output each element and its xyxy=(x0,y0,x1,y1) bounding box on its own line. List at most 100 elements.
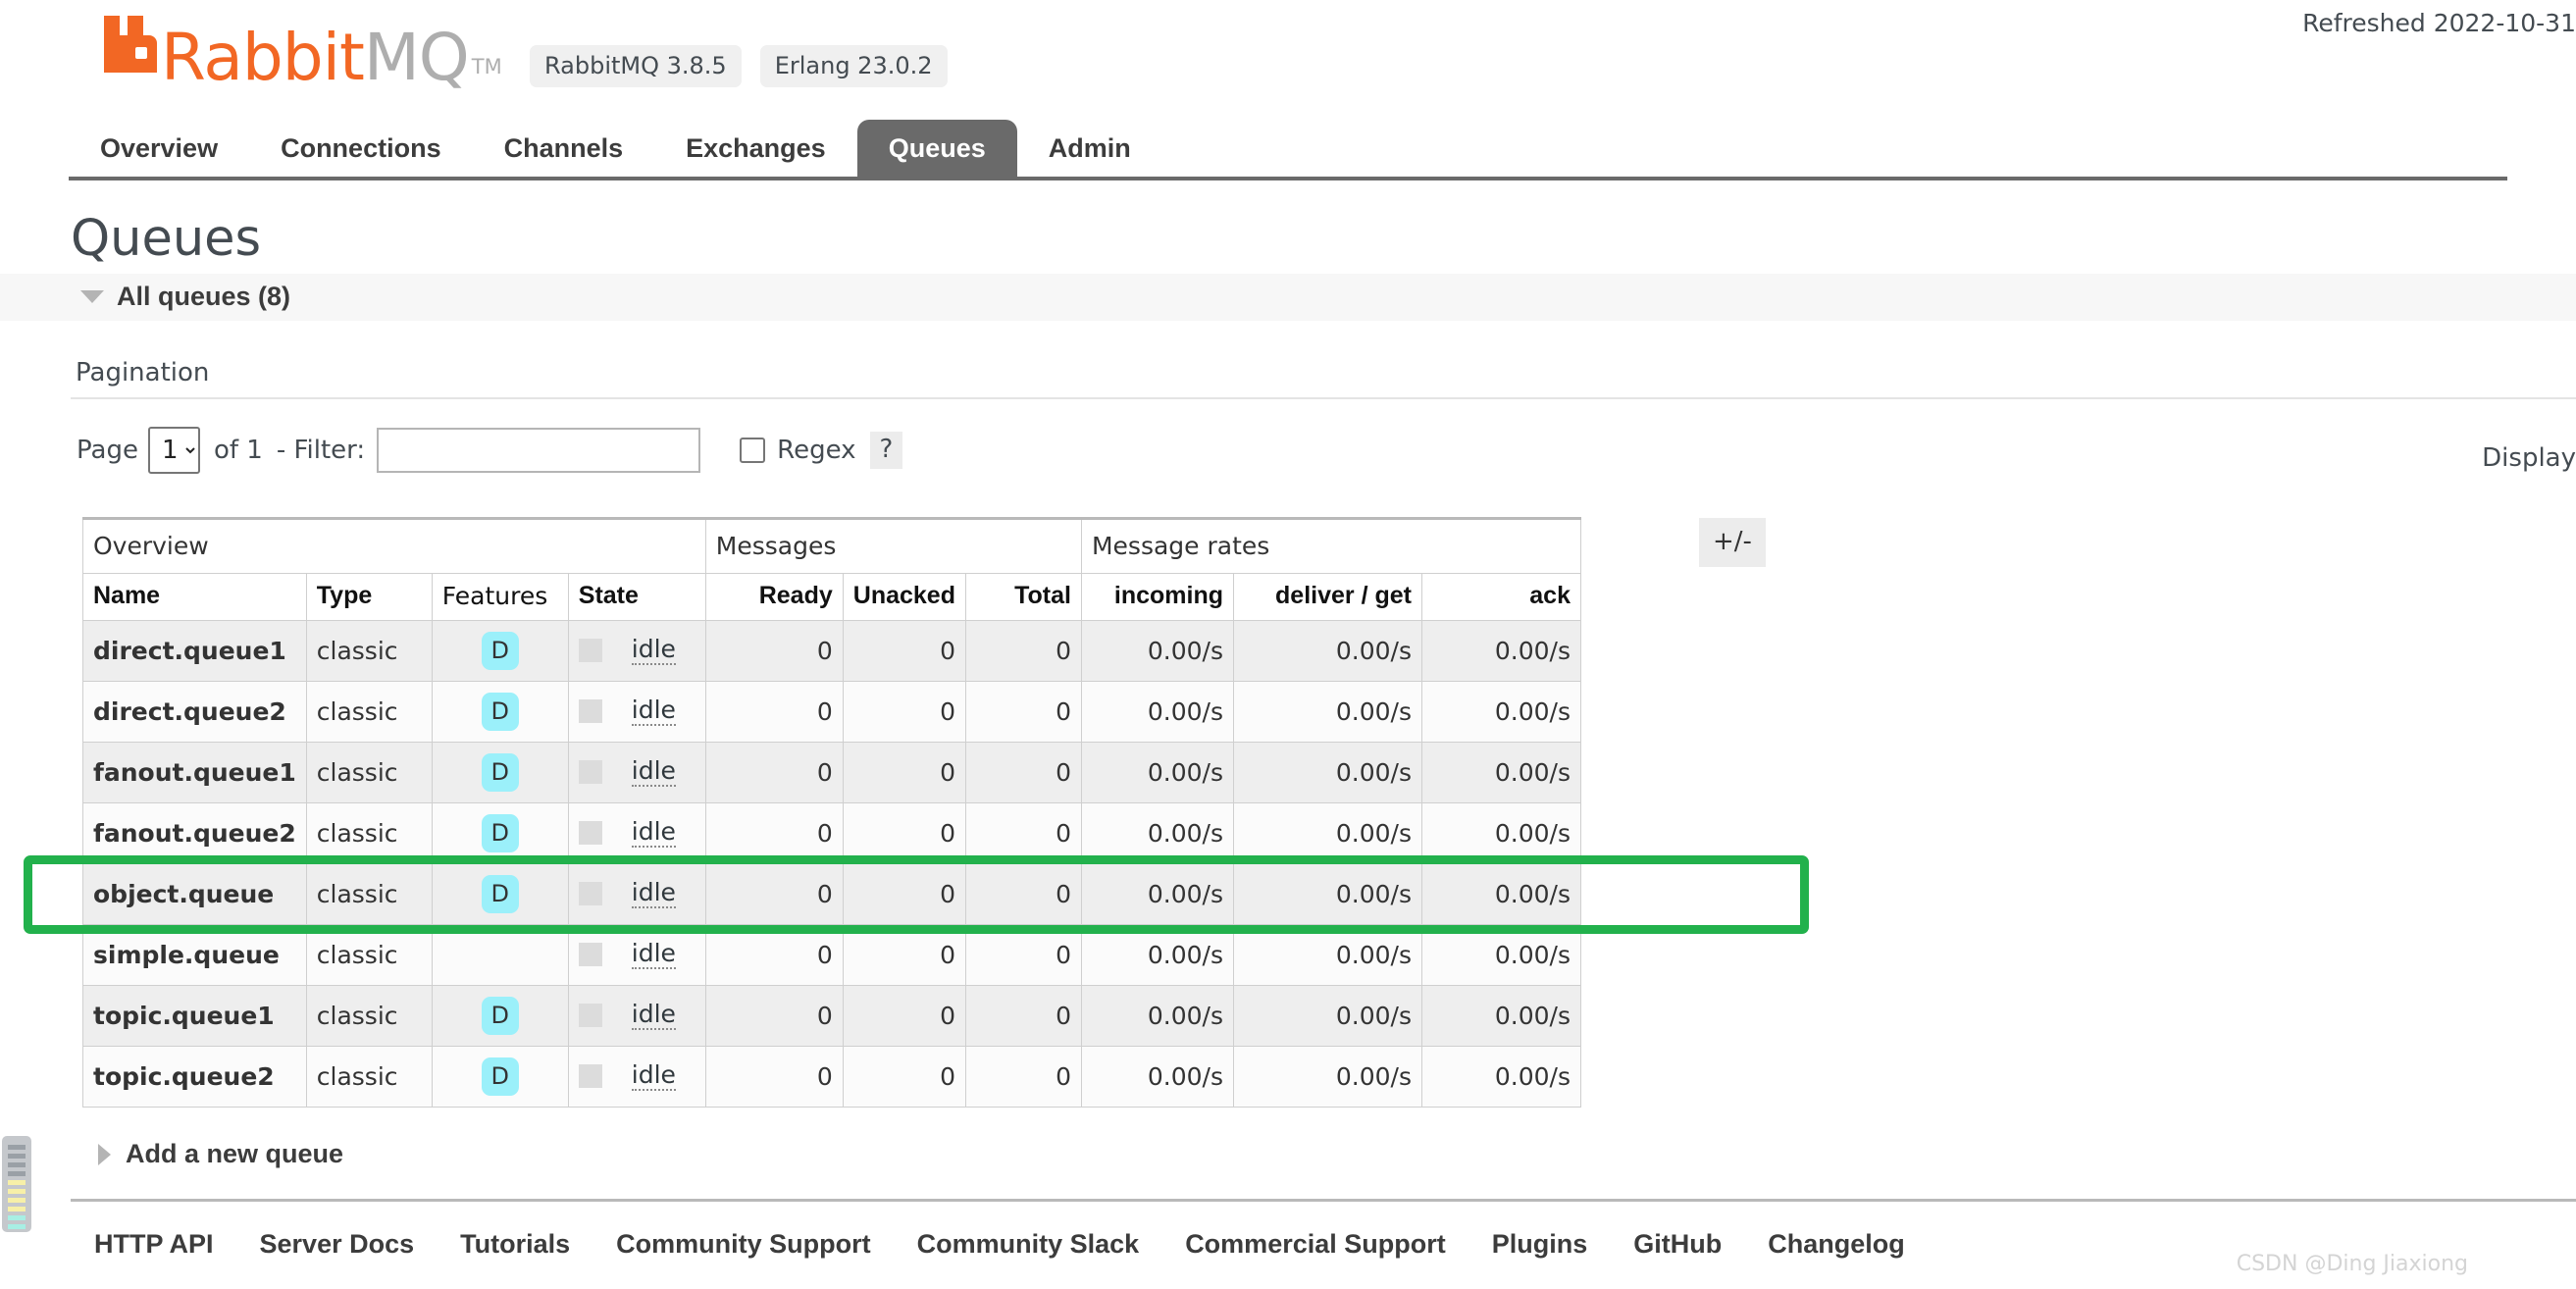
queue-deliver-get-rate-cell: 0.00/s xyxy=(1232,742,1422,803)
queue-type-cell: classic xyxy=(305,1046,433,1108)
column-header-ack[interactable]: ack xyxy=(1420,573,1581,621)
queue-deliver-get-rate-cell: 0.00/s xyxy=(1232,985,1422,1047)
queue-incoming-rate-cell: 0.00/s xyxy=(1080,863,1234,925)
footer-link-community-slack[interactable]: Community Slack xyxy=(917,1229,1140,1260)
footer-link-plugins[interactable]: Plugins xyxy=(1492,1229,1588,1260)
queue-unacked-cell: 0 xyxy=(842,802,966,864)
footer-link-http-api[interactable]: HTTP API xyxy=(94,1229,214,1260)
tab-admin[interactable]: Admin xyxy=(1017,120,1162,177)
queue-ack-rate-cell: 0.00/s xyxy=(1420,620,1581,682)
queue-name-cell[interactable]: topic.queue1 xyxy=(82,985,307,1047)
table-row[interactable]: object.queue classic Didle 0 0 0 0.00/s 0.00/s 0… xyxy=(82,863,1581,925)
queue-name-cell[interactable]: simple.queue xyxy=(82,924,307,986)
table-row[interactable]: fanout.queue2 classic Didle 0 0 0 0.00/s 0.00/s… xyxy=(82,802,1581,864)
queue-name-cell[interactable]: object.queue xyxy=(82,863,307,925)
version-badges: RabbitMQ 3.8.5 Erlang 23.0.2 xyxy=(530,45,948,87)
queue-name-cell[interactable]: direct.queue1 xyxy=(82,620,307,682)
state-indicator-icon xyxy=(578,639,602,662)
queue-ready-cell: 0 xyxy=(704,924,844,986)
queue-total-cell: 0 xyxy=(964,802,1082,864)
durable-badge: D xyxy=(481,997,519,1035)
queue-unacked-cell: 0 xyxy=(842,863,966,925)
durable-badge: D xyxy=(481,693,519,731)
tab-exchanges[interactable]: Exchanges xyxy=(654,120,857,177)
all-queues-section-toggle[interactable]: All queues (8) xyxy=(0,274,2576,321)
queue-name-cell[interactable]: fanout.queue1 xyxy=(82,742,307,803)
table-row[interactable]: simple.queue classic idle 0 0 0 0.00/s 0.00/s 0.… xyxy=(82,924,1581,986)
queue-ready-cell: 0 xyxy=(704,742,844,803)
queue-ack-rate-cell: 0.00/s xyxy=(1420,742,1581,803)
table-row[interactable]: topic.queue2 classic Didle 0 0 0 0.00/s 0.00/s 0… xyxy=(82,1046,1581,1108)
tab-queues[interactable]: Queues xyxy=(856,120,1017,177)
pagination-divider xyxy=(71,397,2576,399)
queue-type-cell: classic xyxy=(305,681,433,743)
erlang-version-badge: Erlang 23.0.2 xyxy=(759,45,948,87)
page-scroll-handle[interactable] xyxy=(2,1136,31,1232)
rabbitmq-logo[interactable]: RabbitMQ TM xyxy=(96,14,502,90)
queue-features-cell: D xyxy=(431,620,569,682)
table-row[interactable]: topic.queue1 classic Didle 0 0 0 0.00/s 0.00/s 0… xyxy=(82,985,1581,1047)
page-of-label: of 1 xyxy=(213,436,263,465)
regex-label: Regex xyxy=(777,436,856,465)
footer-link-community-support[interactable]: Community Support xyxy=(616,1229,870,1260)
state-indicator-icon xyxy=(578,821,602,845)
column-header-type[interactable]: Type xyxy=(305,573,433,621)
queue-ack-rate-cell: 0.00/s xyxy=(1420,802,1581,864)
toggle-columns-button[interactable]: +/- xyxy=(1699,518,1766,567)
tab-overview[interactable]: Overview xyxy=(69,120,249,177)
footer-link-commercial-support[interactable]: Commercial Support xyxy=(1185,1229,1446,1260)
tab-channels[interactable]: Channels xyxy=(473,120,655,177)
queue-ack-rate-cell: 0.00/s xyxy=(1420,985,1581,1047)
table-row[interactable]: direct.queue1 classic Didle 0 0 0 0.00/s 0.00/s… xyxy=(82,620,1581,682)
queue-name-cell[interactable]: direct.queue2 xyxy=(82,681,307,743)
column-header-name[interactable]: Name xyxy=(82,573,307,621)
queue-incoming-rate-cell: 0.00/s xyxy=(1080,985,1234,1047)
queue-ack-rate-cell: 0.00/s xyxy=(1420,1046,1581,1108)
column-header-total[interactable]: Total xyxy=(964,573,1082,621)
regex-checkbox[interactable] xyxy=(740,438,766,463)
queue-total-cell: 0 xyxy=(964,985,1082,1047)
queue-incoming-rate-cell: 0.00/s xyxy=(1080,742,1234,803)
footer-links: HTTP API Server Docs Tutorials Community… xyxy=(94,1229,2576,1260)
state-indicator-icon xyxy=(578,1064,602,1088)
column-header-deliver-get[interactable]: deliver / get xyxy=(1232,573,1422,621)
regex-help-button[interactable]: ? xyxy=(869,432,903,469)
queue-state-text: idle xyxy=(631,1060,676,1091)
queue-ready-cell: 0 xyxy=(704,1046,844,1108)
durable-badge: D xyxy=(481,753,519,792)
queue-unacked-cell: 0 xyxy=(842,1046,966,1108)
queue-state-text: idle xyxy=(631,696,676,726)
page-select[interactable]: 1 xyxy=(147,427,200,474)
tab-connections[interactable]: Connections xyxy=(249,120,473,177)
column-header-incoming[interactable]: incoming xyxy=(1080,573,1234,621)
footer-link-server-docs[interactable]: Server Docs xyxy=(260,1229,415,1260)
footer-link-github[interactable]: GitHub xyxy=(1633,1229,1722,1260)
rabbitmq-version-badge: RabbitMQ 3.8.5 xyxy=(530,45,742,87)
rabbit-logo-icon xyxy=(96,14,157,79)
queue-features-cell: D xyxy=(431,681,569,743)
queue-features-cell xyxy=(431,924,569,986)
logo-text-rabbit: Rabbit xyxy=(161,20,365,95)
column-header-ready[interactable]: Ready xyxy=(704,573,844,621)
all-queues-label: All queues (8) xyxy=(117,282,291,311)
group-header-message-rates: Message rates xyxy=(1080,517,1581,574)
queue-incoming-rate-cell: 0.00/s xyxy=(1080,1046,1234,1108)
queue-total-cell: 0 xyxy=(964,863,1082,925)
state-indicator-icon xyxy=(578,882,602,905)
column-header-unacked[interactable]: Unacked xyxy=(842,573,966,621)
footer-link-changelog[interactable]: Changelog xyxy=(1768,1229,1905,1260)
filter-label: - Filter: xyxy=(276,436,366,465)
footer-link-tutorials[interactable]: Tutorials xyxy=(460,1229,570,1260)
add-new-queue-toggle[interactable]: Add a new queue xyxy=(98,1139,2576,1169)
table-row[interactable]: direct.queue2 classic Didle 0 0 0 0.00/s 0.00/s… xyxy=(82,681,1581,743)
column-header-state[interactable]: State xyxy=(567,573,706,621)
queue-state-cell: idle xyxy=(567,1046,706,1108)
queue-name-cell[interactable]: fanout.queue2 xyxy=(82,802,307,864)
filter-input[interactable] xyxy=(377,428,701,473)
queue-total-cell: 0 xyxy=(964,1046,1082,1108)
table-row[interactable]: fanout.queue1 classic Didle 0 0 0 0.00/s 0.00/s… xyxy=(82,742,1581,803)
queue-name-cell[interactable]: topic.queue2 xyxy=(82,1046,307,1108)
add-new-queue-label: Add a new queue xyxy=(126,1139,344,1168)
page-header: RabbitMQ TM RabbitMQ 3.8.5 Erlang 23.0.2… xyxy=(0,0,2576,120)
queue-features-cell: D xyxy=(431,742,569,803)
